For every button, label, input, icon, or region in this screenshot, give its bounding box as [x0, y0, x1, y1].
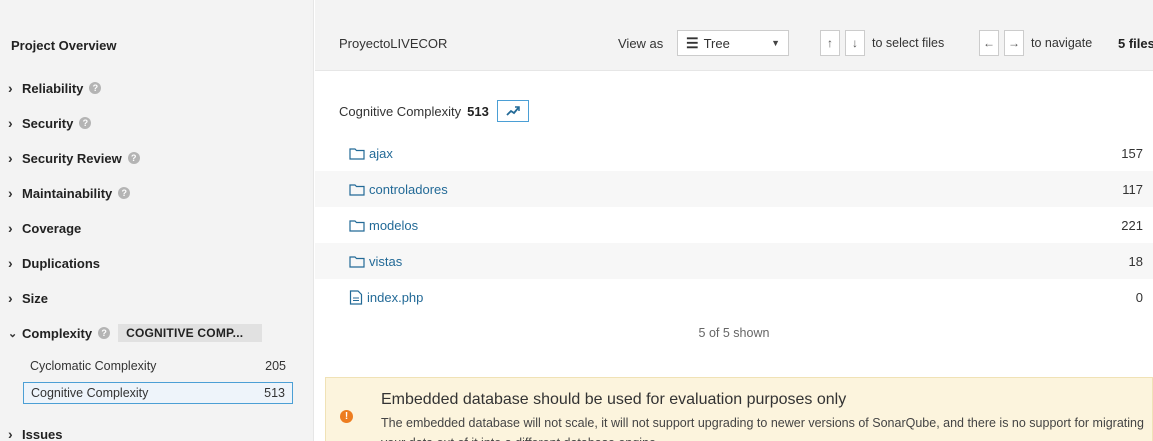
metric-value: 513	[467, 103, 489, 119]
sidebar-item-size[interactable]: › Size	[0, 287, 300, 309]
metric-header: Cognitive Complexity 513	[339, 100, 529, 122]
metric-label: Cognitive Complexity	[339, 103, 462, 119]
shown-count: 5 of 5 shown	[698, 326, 770, 340]
selected-metric-tag: COGNITIVE COMP...	[118, 324, 263, 342]
view-mode-select[interactable]: ☰ Tree ▼	[677, 30, 789, 56]
sidebar-subitem-cognitive[interactable]: Cognitive Complexity 513	[23, 382, 293, 404]
key-right-icon: →	[1004, 30, 1024, 56]
file-name: ajax	[369, 145, 393, 161]
help-icon[interactable]: ?	[98, 327, 111, 339]
sidebar-item-label: Maintainability	[22, 185, 113, 201]
sidebar-subitem-value: 513	[264, 386, 285, 400]
file-name: vistas	[369, 253, 403, 269]
history-trend-button[interactable]	[496, 100, 529, 122]
warning-banner: ! Embedded database should be used for e…	[325, 377, 1153, 441]
file-link[interactable]: modelos	[349, 218, 418, 233]
files-count: 5 files	[1118, 36, 1153, 51]
sidebar: Project Overview › Reliability ? › Secur…	[0, 0, 314, 441]
sidebar-item-maintainability[interactable]: › Maintainability ?	[0, 182, 300, 204]
toolbar: ProyectoLIVECOR View as ☰ Tree ▼ ↑ ↓ to …	[315, 0, 1153, 71]
file-link[interactable]: vistas	[349, 254, 402, 269]
folder-icon	[349, 183, 365, 196]
chevron-right-icon: ›	[8, 220, 13, 236]
chevron-right-icon: ›	[8, 255, 13, 271]
sidebar-item-security-review[interactable]: › Security Review ?	[0, 147, 300, 169]
main-panel: ProyectoLIVECOR View as ☰ Tree ▼ ↑ ↓ to …	[315, 0, 1153, 441]
chevron-right-icon: ›	[8, 185, 13, 201]
file-value: 0	[1135, 289, 1143, 305]
file-row[interactable]: index.php 0	[315, 279, 1153, 315]
sidebar-item-security[interactable]: › Security ?	[0, 112, 300, 134]
file-link[interactable]: controladores	[349, 182, 448, 197]
warning-text: The embedded database will not scale, it…	[381, 416, 1144, 441]
sidebar-item-duplications[interactable]: › Duplications	[0, 252, 300, 274]
file-link[interactable]: index.php	[349, 290, 423, 305]
folder-icon	[349, 147, 365, 160]
key-up-icon: ↑	[820, 30, 840, 56]
folder-icon	[349, 219, 365, 232]
file-icon	[349, 289, 363, 305]
sidebar-item-coverage[interactable]: › Coverage	[0, 217, 300, 239]
help-icon[interactable]: ?	[127, 152, 140, 164]
help-icon[interactable]: ?	[89, 82, 102, 94]
sidebar-subitem-value: 205	[265, 359, 286, 373]
sidebar-item-reliability[interactable]: › Reliability ?	[0, 77, 300, 99]
file-row[interactable]: modelos 221	[315, 207, 1153, 243]
file-row[interactable]: ajax 157	[315, 135, 1153, 171]
sidebar-item-label: Reliability	[22, 80, 84, 96]
chevron-right-icon: ›	[8, 115, 13, 131]
file-value: 221	[1121, 217, 1143, 233]
sidebar-item-issues[interactable]: › Issues	[0, 423, 300, 441]
app-root: Project Overview › Reliability ? › Secur…	[0, 0, 1153, 441]
tree-icon: ☰	[686, 34, 699, 51]
sidebar-subitem-label: Cognitive Complexity	[31, 386, 149, 400]
project-name[interactable]: ProyectoLIVECOR	[339, 36, 447, 51]
sidebar-item-complexity[interactable]: ⌄ Complexity ? COGNITIVE COMP...	[0, 322, 300, 344]
view-as-label: View as	[618, 36, 664, 51]
file-row[interactable]: controladores 117	[315, 171, 1153, 207]
view-mode-value: Tree	[703, 35, 730, 51]
chevron-right-icon: ›	[8, 290, 13, 306]
file-value: 117	[1122, 181, 1143, 197]
sidebar-title: Project Overview	[11, 38, 117, 53]
warning-title: Embedded database should be used for eva…	[381, 391, 847, 408]
chevron-right-icon: ›	[8, 80, 13, 96]
warning-icon: !	[340, 410, 353, 423]
key-left-icon: ←	[979, 30, 999, 56]
caret-down-icon: ▼	[771, 38, 780, 48]
sidebar-item-label: Issues	[22, 426, 63, 441]
help-icon[interactable]: ?	[79, 117, 92, 129]
file-value: 18	[1128, 253, 1143, 269]
select-files-hint: to select files	[872, 36, 945, 50]
chevron-down-icon: ⌄	[8, 327, 18, 340]
key-down-icon: ↓	[845, 30, 865, 56]
sidebar-item-label: Size	[22, 290, 49, 306]
chevron-right-icon: ›	[8, 426, 13, 441]
trend-icon	[506, 106, 520, 116]
sidebar-subitem-label: Cyclomatic Complexity	[30, 359, 157, 373]
sidebar-item-label: Security Review	[22, 150, 122, 166]
sidebar-item-label: Complexity	[22, 325, 93, 341]
help-icon[interactable]: ?	[118, 187, 131, 199]
file-name: index.php	[367, 289, 424, 305]
file-row[interactable]: vistas 18	[315, 243, 1153, 279]
navigate-hint: to navigate	[1031, 36, 1093, 50]
file-value: 157	[1121, 145, 1143, 161]
chevron-right-icon: ›	[8, 150, 13, 166]
file-link[interactable]: ajax	[349, 146, 393, 161]
file-name: controladores	[369, 181, 448, 197]
sidebar-item-label: Duplications	[22, 255, 101, 271]
sidebar-item-label: Security	[22, 115, 74, 131]
file-name: modelos	[369, 217, 419, 233]
sidebar-subitem-cyclomatic[interactable]: Cyclomatic Complexity 205	[23, 355, 293, 377]
folder-icon	[349, 255, 365, 268]
sidebar-item-label: Coverage	[22, 220, 82, 236]
